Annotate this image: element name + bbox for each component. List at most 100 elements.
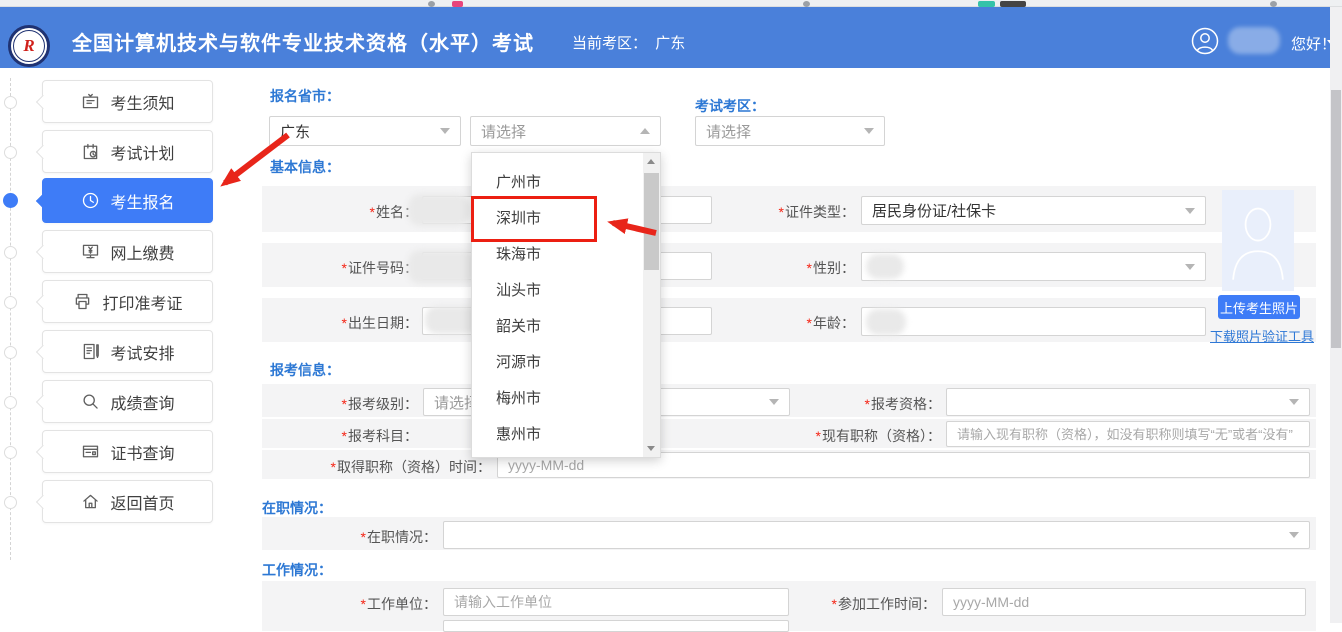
scroll-down-button[interactable]	[643, 439, 660, 457]
age-input[interactable]	[861, 307, 1206, 336]
sidebar-item-notice[interactable]: 考生须知	[42, 80, 213, 123]
sidebar-item-exam-arrangement[interactable]: 考试安排	[42, 330, 213, 373]
magnifier-icon	[80, 391, 101, 412]
timeline-dot	[4, 446, 17, 459]
document-pencil-icon	[80, 341, 101, 362]
timeline-dot	[4, 346, 17, 359]
next-field-partial	[443, 620, 789, 632]
apply-qualification-select[interactable]	[946, 388, 1310, 416]
dropdown-item-zhuhai[interactable]: 珠海市	[472, 237, 643, 273]
user-name-redacted	[1228, 27, 1280, 54]
work-unit-input[interactable]	[443, 588, 789, 616]
gender-redacted	[866, 254, 904, 279]
sidebar-item-exam-plan[interactable]: 考试计划	[42, 130, 213, 173]
sidebar-item-score-query[interactable]: 成绩查询	[42, 380, 213, 423]
sidebar-item-registration[interactable]: 考生报名	[42, 178, 213, 223]
province-select[interactable]: 广东	[269, 116, 461, 146]
gender-select[interactable]	[861, 252, 1206, 281]
timeline-dot	[4, 146, 17, 159]
dropdown-scrollbar[interactable]	[643, 153, 660, 457]
name-redacted	[408, 194, 470, 226]
city-select-placeholder: 请选择	[481, 121, 526, 142]
obtain-title-time-label: *取得职称（资格）时间：	[291, 457, 491, 477]
current-region: 当前考区： 广东	[572, 32, 685, 53]
notice-board-icon	[80, 91, 101, 112]
dropdown-item-meizhou[interactable]: 梅州市	[472, 381, 643, 417]
chevron-down-icon	[1289, 532, 1299, 538]
monitor-yen-icon	[80, 241, 101, 262]
sidebar-item-home[interactable]: 返回首页	[42, 480, 213, 523]
highlight-box-shenzhen	[471, 196, 597, 242]
timeline-dot	[4, 246, 17, 259]
page-scrollbar[interactable]	[1330, 7, 1342, 623]
app-header: R 全国计算机技术与软件专业技术资格（水平）考试 当前考区： 广东 您好！	[0, 7, 1342, 68]
upload-photo-button[interactable]: 上传考生照片	[1218, 295, 1300, 319]
timeline-dot-active	[3, 193, 18, 208]
exam-area-label: 考试考区：	[695, 96, 765, 116]
sidebar-item-label: 证书查询	[110, 440, 174, 464]
id-number-label: *证件号码：	[248, 258, 418, 278]
id-number-redacted	[408, 250, 476, 284]
employment-label: *在职情况：	[267, 527, 437, 547]
province-select-value: 广东	[280, 121, 310, 142]
timeline-dot	[4, 396, 17, 409]
timeline-dot	[4, 96, 17, 109]
apply-level-label: *报考级别：	[248, 394, 418, 414]
chevron-down-icon	[1185, 264, 1195, 270]
work-unit-label: *工作单位：	[267, 594, 437, 614]
sidebar-item-label: 网上缴费	[110, 240, 174, 264]
dropdown-item-shaoguan[interactable]: 韶关市	[472, 309, 643, 345]
sidebar-item-certificate-query[interactable]: 证书查询	[42, 430, 213, 473]
apply-qualification-label: *报考资格：	[771, 394, 941, 414]
id-type-select[interactable]: 居民身份证/社保卡	[861, 196, 1206, 225]
sidebar-item-label: 打印准考证	[102, 290, 182, 314]
dropdown-item-shantou[interactable]: 汕头市	[472, 273, 643, 309]
current-title-label: *现有职称（资格）：	[741, 426, 941, 446]
chevron-down-icon	[440, 128, 450, 134]
printer-icon	[72, 291, 93, 312]
province-section-label: 报名省市：	[270, 86, 340, 106]
work-start-input[interactable]	[942, 588, 1306, 616]
dropdown-item-huizhou[interactable]: 惠州市	[472, 417, 643, 453]
sidebar-item-label: 考生须知	[110, 90, 174, 114]
chevron-down-icon	[864, 128, 874, 134]
chevron-down-icon	[1185, 208, 1195, 214]
basic-info-title: 基本信息：	[270, 157, 340, 177]
sidebar-item-label: 返回首页	[110, 490, 174, 514]
age-redacted	[866, 309, 906, 335]
home-icon	[80, 491, 101, 512]
candidate-photo-placeholder	[1222, 190, 1294, 291]
sidebar-item-label: 成绩查询	[110, 390, 174, 414]
birth-date-label: *出生日期：	[248, 313, 418, 333]
chevron-up-icon	[640, 128, 650, 134]
employment-select[interactable]	[443, 521, 1310, 549]
logo-emblem: R	[13, 30, 45, 62]
download-photo-tool-link[interactable]: 下载照片验证工具	[1210, 326, 1314, 345]
id-type-value: 居民身份证/社保卡	[872, 200, 996, 221]
calendar-clock-icon	[80, 141, 101, 162]
user-avatar-icon[interactable]	[1191, 27, 1219, 55]
certificate-card-icon	[80, 441, 101, 462]
id-type-label: *证件类型：	[685, 202, 855, 222]
sidebar-item-label: 考生报名	[110, 189, 174, 213]
current-title-input[interactable]	[946, 421, 1310, 447]
timeline-dot	[4, 496, 17, 509]
exam-area-select[interactable]: 请选择	[695, 116, 885, 146]
gender-label: *性别：	[685, 258, 855, 278]
timeline-dot	[4, 296, 17, 309]
name-label: *姓名：	[248, 202, 418, 222]
sidebar-item-label: 考试安排	[110, 340, 174, 364]
current-region-value: 广东	[655, 35, 685, 52]
clock-icon	[80, 190, 101, 211]
dropdown-item-heyuan[interactable]: 河源市	[472, 345, 643, 381]
age-label: *年龄：	[685, 313, 855, 333]
sidebar-item-label: 考试计划	[110, 140, 174, 164]
sidebar-item-payment[interactable]: 网上缴费	[42, 230, 213, 273]
browser-strip	[0, 0, 1342, 7]
page-scrollbar-thumb[interactable]	[1331, 90, 1341, 348]
work-start-label: *参加工作时间：	[766, 594, 936, 614]
dropdown-scrollbar-thumb[interactable]	[644, 173, 659, 270]
city-select[interactable]: 请选择	[470, 116, 661, 146]
scroll-up-button[interactable]	[643, 153, 660, 171]
sidebar-item-print-ticket[interactable]: 打印准考证	[42, 280, 213, 323]
